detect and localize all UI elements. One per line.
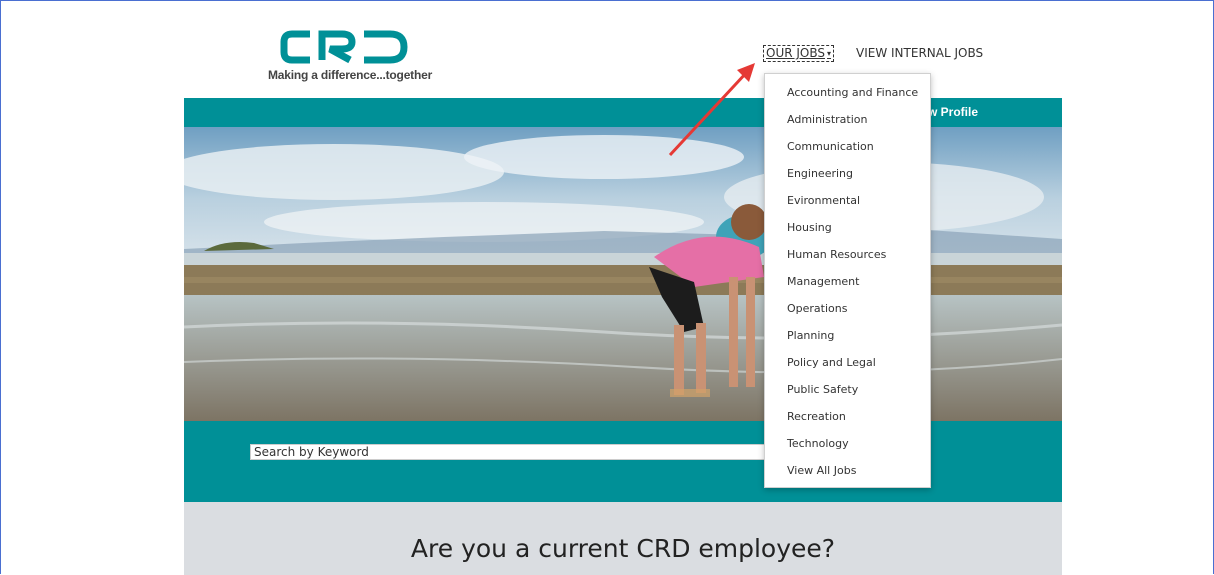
dropdown-item-recreation[interactable]: Recreation [765,410,930,437]
dropdown-item-public-safety[interactable]: Public Safety [765,383,930,410]
dropdown-item-management[interactable]: Management [765,275,930,302]
caret-down-icon: ▾ [827,49,832,58]
employee-question-heading: Are you a current CRD employee? [410,534,836,563]
dropdown-item-policy-and-legal[interactable]: Policy and Legal [765,356,930,383]
crd-logo-mark [280,30,408,64]
our-jobs-label: OUR JOBS [766,46,826,60]
dropdown-item-housing[interactable]: Housing [765,221,930,248]
dropdown-item-view-all-jobs[interactable]: View All Jobs [765,464,930,491]
our-jobs-dropdown: Accounting and Finance Administration Co… [764,73,931,488]
employee-section: Are you a current CRD employee? [184,502,1062,575]
dropdown-item-administration[interactable]: Administration [765,113,930,140]
dropdown-item-operations[interactable]: Operations [765,302,930,329]
keyword-search-input[interactable] [250,444,770,460]
our-jobs-menu[interactable]: OUR JOBS ▾ [763,45,835,62]
dropdown-item-human-resources[interactable]: Human Resources [765,248,930,275]
view-internal-jobs-link[interactable]: VIEW INTERNAL JOBS [856,46,983,60]
dropdown-item-engineering[interactable]: Engineering [765,167,930,194]
logo-tagline: Making a difference...together [268,68,433,82]
dropdown-item-accounting-and-finance[interactable]: Accounting and Finance [765,86,930,113]
dropdown-item-technology[interactable]: Technology [765,437,930,464]
dropdown-item-planning[interactable]: Planning [765,329,930,356]
dropdown-item-evironmental[interactable]: Evironmental [765,194,930,221]
dropdown-item-communication[interactable]: Communication [765,140,930,167]
crd-logo[interactable]: Making a difference...together [268,30,432,86]
